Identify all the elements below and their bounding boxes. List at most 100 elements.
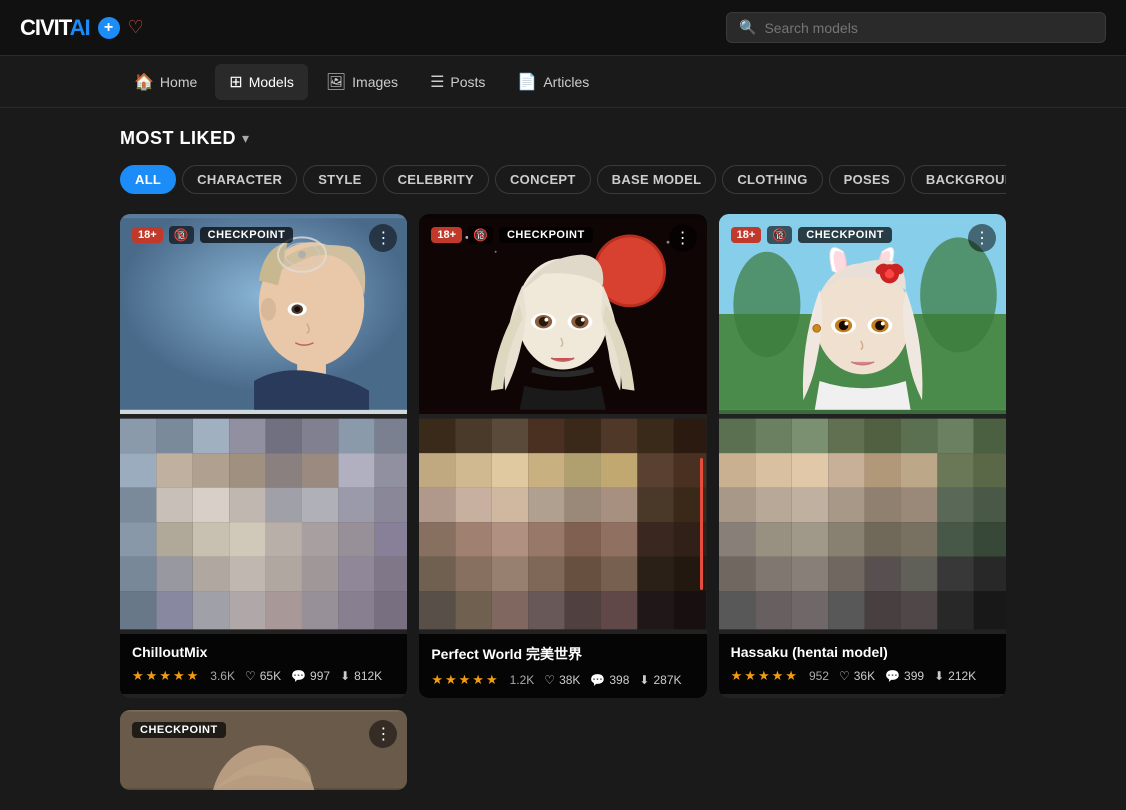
card3-blurred	[719, 414, 1006, 634]
card3-stars: ★ ★ ★ ★ ★	[731, 668, 797, 684]
nav-home[interactable]: 🏠 Home	[120, 64, 211, 100]
heart-icon: ♡	[245, 669, 256, 683]
nav-posts-label: Posts	[450, 74, 485, 90]
images-icon: 🖼	[326, 72, 346, 92]
sort-chevron-icon[interactable]: ▾	[242, 130, 249, 147]
card2-portrait	[419, 214, 706, 414]
card3-badge-18: 18+	[731, 227, 762, 243]
header: CIVITAI + ♡ 🔍	[0, 0, 1126, 56]
card3-badge-nsfw: 🔞	[767, 226, 792, 244]
filter-tab-poses[interactable]: POSES	[829, 165, 905, 194]
card3-comments: 💬 399	[885, 669, 924, 683]
filter-tab-all[interactable]: ALL	[120, 165, 176, 194]
nav-posts[interactable]: ☰ Posts	[416, 64, 499, 100]
card1-badge-18: 18+	[132, 227, 163, 243]
card1-image-area: 18+ 🔞 CHECKPOINT ⋮	[120, 214, 407, 634]
card2-rating: 1.2K	[510, 673, 535, 687]
filter-tab-celebrity[interactable]: CELEBRITY	[383, 165, 489, 194]
nav-images-label: Images	[352, 74, 398, 90]
card1-downloads: ⬇ 812K	[340, 669, 382, 683]
card1-likes: ♡ 65K	[245, 669, 281, 683]
filter-tabs: ALL CHARACTER STYLE CELEBRITY CONCEPT BA…	[120, 165, 1006, 194]
card3-badges: 18+ 🔞 CHECKPOINT	[731, 226, 892, 244]
card3-blur-svg	[719, 414, 1006, 634]
card2-badges: 18+ 🔞 CHECKPOINT	[431, 226, 592, 244]
nav-images[interactable]: 🖼 Images	[312, 64, 412, 100]
card1-blurred	[120, 414, 407, 634]
comment-icon: 💬	[590, 673, 605, 687]
card3-info: Hassaku (hentai model) ★ ★ ★ ★ ★ 952 ♡ 3…	[719, 634, 1006, 694]
card2-likes: ♡ 38K	[544, 673, 580, 687]
card1-badge-type: CHECKPOINT	[200, 227, 294, 243]
model-card-4[interactable]: CHECKPOINT ⋮	[120, 710, 407, 790]
logo-heart-icon[interactable]: ♡	[128, 17, 144, 38]
cards-grid: 18+ 🔞 CHECKPOINT ⋮ ChilloutMix ★ ★ ★ ★ ★	[120, 214, 1006, 698]
card1-face-svg	[120, 214, 407, 414]
card3-face-svg	[719, 214, 1006, 414]
filter-tab-clothing[interactable]: CLOTHING	[722, 165, 822, 194]
card2-downloads: ⬇ 287K	[639, 673, 681, 687]
filter-tab-style[interactable]: STYLE	[303, 165, 376, 194]
card2-face-svg	[419, 214, 706, 414]
card4-image: CHECKPOINT ⋮	[120, 710, 407, 790]
home-icon: 🏠	[134, 72, 154, 92]
sort-row: MOST LIKED ▾	[120, 128, 1006, 149]
card3-menu-button[interactable]: ⋮	[968, 224, 996, 252]
card1-info: ChilloutMix ★ ★ ★ ★ ★ 3.6K ♡ 65K	[120, 634, 407, 694]
main-nav: 🏠 Home ⊞ Models 🖼 Images ☰ Posts 📄 Artic…	[0, 56, 1126, 108]
model-card-1[interactable]: 18+ 🔞 CHECKPOINT ⋮ ChilloutMix ★ ★ ★ ★ ★	[120, 214, 407, 698]
card1-stars: ★ ★ ★ ★ ★	[132, 668, 198, 684]
card3-downloads: ⬇ 212K	[934, 669, 976, 683]
card2-badge-18: 18+	[431, 227, 462, 243]
card1-badge-nsfw: 🔞	[169, 226, 194, 244]
card2-badge-type: CHECKPOINT	[499, 227, 593, 243]
card1-stats: ★ ★ ★ ★ ★ 3.6K ♡ 65K 💬 997	[132, 668, 395, 684]
comment-icon: 💬	[291, 669, 306, 683]
card3-badge-type: CHECKPOINT	[798, 227, 892, 243]
card4-badge-type: CHECKPOINT	[132, 722, 226, 738]
heart-icon: ♡	[544, 673, 555, 687]
nav-articles[interactable]: 📄 Articles	[503, 64, 603, 100]
filter-tab-concept[interactable]: CONCEPT	[495, 165, 591, 194]
card2-stats: ★ ★ ★ ★ ★ 1.2K ♡ 38K 💬 398	[431, 672, 694, 688]
card3-likes: ♡ 36K	[839, 669, 875, 683]
card2-image-area: 18+ 🔞 CHECKPOINT ⋮	[419, 214, 706, 634]
articles-icon: 📄	[517, 72, 537, 92]
model-card-2[interactable]: 18+ 🔞 CHECKPOINT ⋮ Perfect World 完美世界 ★ …	[419, 214, 706, 698]
download-icon: ⬇	[340, 669, 350, 683]
models-icon: ⊞	[229, 72, 242, 92]
card1-badges: 18+ 🔞 CHECKPOINT	[132, 226, 293, 244]
card2-blurred	[419, 414, 706, 634]
filter-tab-background[interactable]: BACKGROUND	[911, 165, 1006, 194]
nav-articles-label: Articles	[543, 74, 589, 90]
card2-menu-button[interactable]: ⋮	[669, 224, 697, 252]
card3-rating: 952	[809, 669, 829, 683]
posts-icon: ☰	[430, 72, 444, 92]
partial-cards-row: CHECKPOINT ⋮	[120, 710, 1006, 790]
logo-blue: AI	[70, 15, 90, 40]
search-bar[interactable]: 🔍	[726, 12, 1106, 43]
card2-stars: ★ ★ ★ ★ ★	[431, 672, 497, 688]
sort-label: MOST LIKED	[120, 128, 236, 149]
card2-comments: 💬 398	[590, 673, 629, 687]
heart-icon: ♡	[839, 669, 850, 683]
logo-text: CIVITAI	[20, 15, 90, 41]
card2-info: Perfect World 完美世界 ★ ★ ★ ★ ★ 1.2K ♡ 38K	[419, 634, 706, 698]
card3-title: Hassaku (hentai model)	[731, 644, 994, 660]
card3-portrait	[719, 214, 1006, 414]
model-card-3[interactable]: 18+ 🔞 CHECKPOINT ⋮ Hassaku (hentai model…	[719, 214, 1006, 698]
search-input[interactable]	[764, 20, 1093, 36]
search-icon: 🔍	[739, 19, 756, 36]
card3-stats: ★ ★ ★ ★ ★ 952 ♡ 36K 💬 399	[731, 668, 994, 684]
filter-tab-character[interactable]: CHARACTER	[182, 165, 297, 194]
card2-badge-nsfw: 🔞	[468, 226, 493, 244]
card2-title: Perfect World 完美世界	[431, 644, 694, 664]
filter-tab-base-model[interactable]: BASE MODEL	[597, 165, 717, 194]
nav-home-label: Home	[160, 74, 197, 90]
card1-blur-svg	[120, 414, 407, 634]
card2-blur-svg	[419, 414, 706, 634]
logo-plus-button[interactable]: +	[98, 17, 120, 39]
nav-models[interactable]: ⊞ Models	[215, 64, 308, 100]
card4-badges: CHECKPOINT	[132, 722, 226, 738]
logo: CIVITAI + ♡	[20, 15, 144, 41]
